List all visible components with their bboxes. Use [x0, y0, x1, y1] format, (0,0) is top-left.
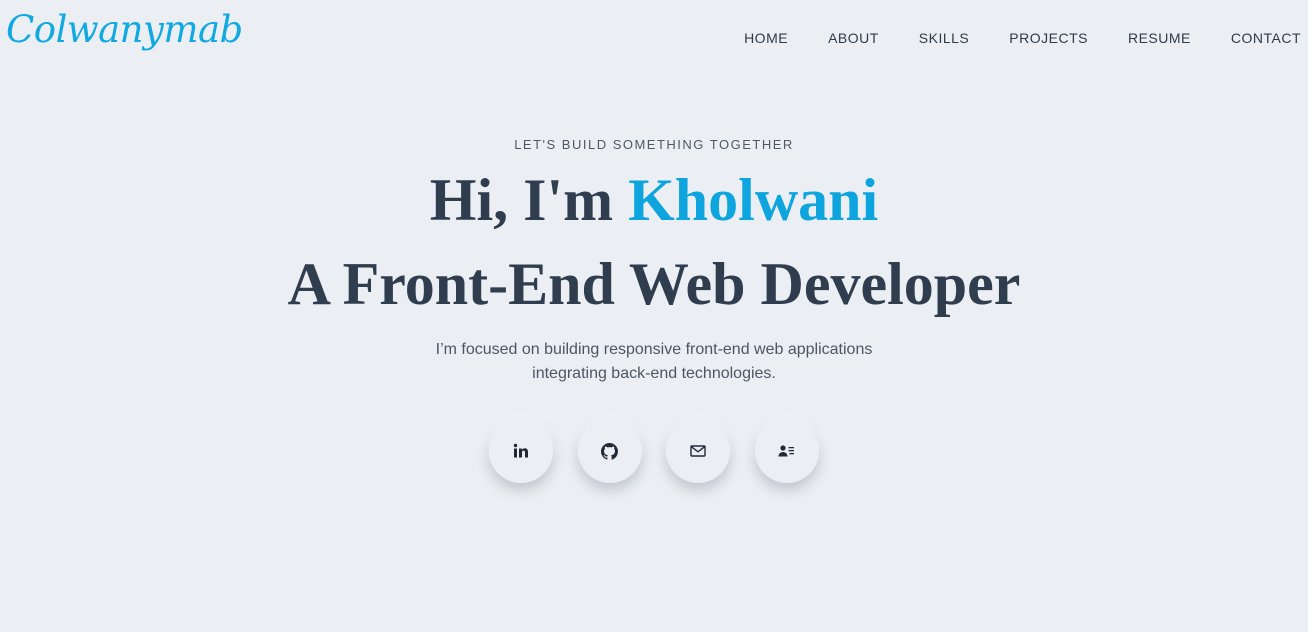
email-button[interactable] [666, 419, 730, 483]
nav-projects[interactable]: PROJECTS [1009, 30, 1088, 46]
nav-contact[interactable]: CONTACT [1231, 30, 1301, 46]
linkedin-button[interactable] [489, 419, 553, 483]
linkedin-icon [513, 443, 528, 458]
blurb-line-1: I’m focused on building responsive front… [435, 341, 873, 358]
blurb-line-2: integrating back-end technologies. [532, 365, 776, 382]
contact-card-icon [778, 445, 794, 457]
hero-blurb: I’m focused on building responsive front… [0, 338, 1308, 386]
nav-resume[interactable]: RESUME [1128, 30, 1191, 46]
nav-skills[interactable]: SKILLS [919, 30, 969, 46]
hero-name: Kholwani [628, 167, 879, 233]
mail-icon [690, 445, 706, 457]
brand-logo[interactable]: Colwanymab [6, 8, 243, 51]
greeting-prefix: Hi, I'm [429, 167, 629, 233]
resume-button[interactable] [754, 419, 819, 483]
github-button[interactable] [577, 419, 642, 483]
nav-about[interactable]: ABOUT [828, 30, 879, 46]
nav-home[interactable]: HOME [744, 30, 788, 46]
hero-greeting: Hi, I'm Kholwani [0, 166, 1308, 235]
github-icon [601, 442, 618, 460]
hero-role: A Front-End Web Developer [287, 251, 1021, 317]
main-nav: HOME ABOUT SKILLS PROJECTS RESUME CONTAC… [744, 28, 1308, 48]
hero-eyebrow: LET'S BUILD SOMETHING TOGETHER [514, 137, 794, 152]
social-links [489, 419, 819, 483]
